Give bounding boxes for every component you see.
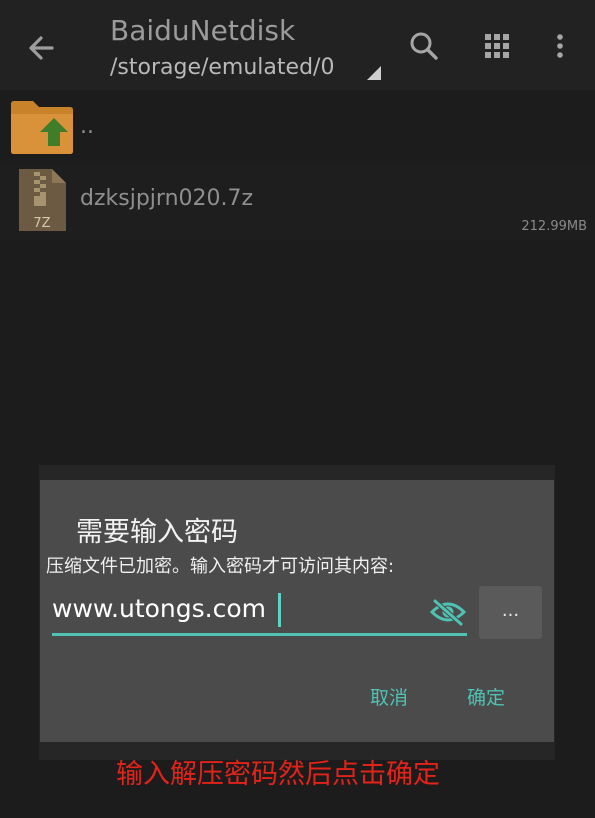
current-path[interactable]: /storage/emulated/0 (110, 55, 334, 80)
visibility-off-icon[interactable] (430, 598, 466, 626)
ok-button[interactable]: 确定 (467, 683, 505, 710)
app-title: BaiduNetdisk (110, 14, 296, 47)
text-cursor (278, 593, 281, 627)
password-input[interactable]: www.utongs.com (52, 584, 467, 636)
file-name: dzksjpjrn020.7z (80, 186, 254, 211)
folder-up-icon (11, 101, 73, 154)
search-icon[interactable] (404, 26, 444, 66)
cancel-button[interactable]: 取消 (370, 683, 408, 710)
archive-7z-icon: 7Z (19, 169, 66, 231)
browse-button[interactable]: ... (479, 586, 542, 639)
file-size: 212.99MB (521, 219, 587, 234)
path-dropdown-icon[interactable] (367, 66, 381, 80)
back-arrow-icon[interactable] (22, 28, 62, 68)
dialog-title: 需要输入密码 (76, 517, 238, 548)
instruction-caption: 输入解压密码然后点击确定 (116, 759, 440, 790)
more-vert-icon[interactable] (540, 26, 580, 66)
input-underline (52, 633, 467, 636)
file-name: .. (80, 114, 94, 139)
file-row[interactable]: 7Z dzksjpjrn020.7z 212.99MB (0, 164, 595, 240)
parent-directory-row[interactable]: .. (0, 92, 595, 162)
grid-view-icon[interactable] (477, 26, 517, 66)
dialog-message: 压缩文件已加密。输入密码才可访问其内容: (46, 556, 395, 577)
password-dialog: 需要输入密码 压缩文件已加密。输入密码才可访问其内容: www.utongs.c… (40, 480, 554, 742)
app-toolbar: BaiduNetdisk /storage/emulated/0 (0, 0, 595, 90)
archive-icon-label: 7Z (33, 216, 50, 231)
password-value[interactable]: www.utongs.com (52, 594, 266, 623)
